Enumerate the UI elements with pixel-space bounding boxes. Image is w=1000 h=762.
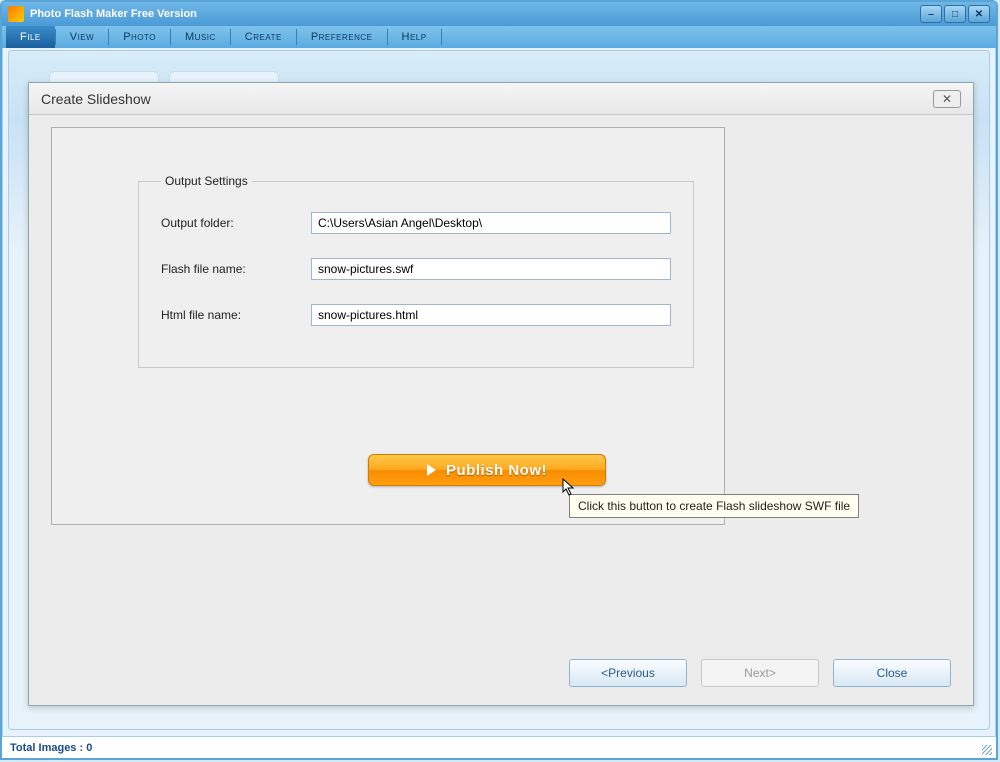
app-icon [8, 6, 24, 22]
menu-separator [441, 29, 442, 45]
statusbar: Total Images : 0 [2, 736, 996, 758]
menu-view[interactable]: View [56, 26, 108, 48]
app-window: Photo Flash Maker Free Version – □ ✕ Fil… [0, 0, 998, 760]
create-slideshow-dialog: Create Slideshow ✕ Output Settings Outpu… [28, 82, 974, 706]
status-text: Total Images : 0 [10, 742, 92, 754]
menu-help[interactable]: Help [388, 26, 441, 48]
html-file-row: Html file name: [161, 304, 671, 326]
menu-create[interactable]: Create [231, 26, 296, 48]
close-button[interactable]: Close [833, 659, 951, 687]
flash-file-input[interactable] [311, 258, 671, 280]
output-folder-input[interactable] [311, 212, 671, 234]
publish-now-label: Publish Now! [446, 462, 547, 479]
output-folder-label: Output folder: [161, 216, 311, 230]
menu-preference[interactable]: Preference [297, 26, 387, 48]
resize-grip-icon[interactable] [982, 745, 992, 755]
window-close-button[interactable]: ✕ [968, 5, 990, 23]
output-panel: Output Settings Output folder: Flash fil… [51, 127, 725, 525]
dialog-nav-buttons: <Previous Next> Close [569, 659, 951, 687]
html-file-label: Html file name: [161, 308, 311, 322]
flash-file-row: Flash file name: [161, 258, 671, 280]
window-controls: – □ ✕ [920, 5, 990, 23]
next-button: Next> [701, 659, 819, 687]
html-file-input[interactable] [311, 304, 671, 326]
dialog-header[interactable]: Create Slideshow ✕ [29, 83, 973, 115]
maximize-button[interactable]: □ [944, 5, 966, 23]
dialog-close-button[interactable]: ✕ [933, 90, 961, 108]
menu-music[interactable]: Music [171, 26, 230, 48]
output-settings-legend: Output Settings [161, 174, 252, 188]
publish-tooltip: Click this button to create Flash slides… [569, 494, 859, 518]
output-settings-group: Output Settings Output folder: Flash fil… [138, 174, 694, 368]
menu-file[interactable]: File [6, 26, 55, 48]
app-title: Photo Flash Maker Free Version [30, 8, 920, 20]
cursor-icon [562, 478, 576, 498]
play-icon [427, 464, 436, 476]
output-folder-row: Output folder: [161, 212, 671, 234]
flash-file-label: Flash file name: [161, 262, 311, 276]
menubar: File View Photo Music Create Preference … [2, 26, 996, 48]
previous-button[interactable]: <Previous [569, 659, 687, 687]
dialog-body: Output Settings Output folder: Flash fil… [51, 127, 951, 635]
menu-photo[interactable]: Photo [109, 26, 170, 48]
minimize-button[interactable]: – [920, 5, 942, 23]
dialog-title: Create Slideshow [41, 91, 151, 107]
titlebar[interactable]: Photo Flash Maker Free Version – □ ✕ [2, 2, 996, 26]
